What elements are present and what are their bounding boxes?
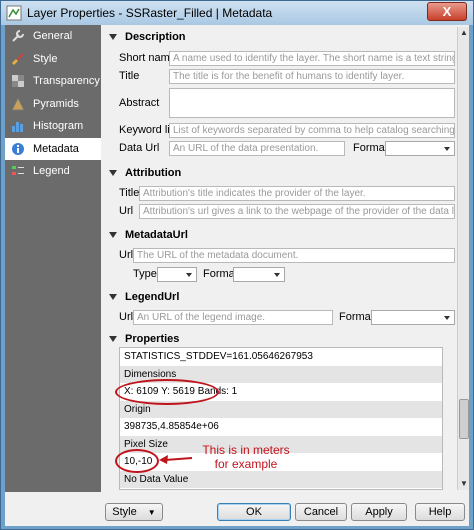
wrench-icon <box>12 30 24 42</box>
section-title: MetadataUrl <box>125 229 188 241</box>
legend-icon <box>12 166 24 176</box>
metadata-url-input[interactable]: The URL of the metadata document. <box>133 248 455 263</box>
description-section-header[interactable]: Description <box>109 31 186 43</box>
sidebar-item-legend[interactable]: Legend <box>5 160 101 183</box>
scrollbar-thumb[interactable] <box>459 399 469 439</box>
qgis-icon <box>6 5 22 21</box>
section-title: LegendUrl <box>125 291 180 303</box>
collapse-arrow-icon <box>109 34 117 40</box>
title-label: Title <box>119 70 140 82</box>
style-button-label: Style <box>112 506 137 518</box>
annotation-arrow-icon <box>159 455 193 464</box>
sidebar-item-general[interactable]: General <box>5 25 101 48</box>
apply-button[interactable]: Apply <box>351 503 407 521</box>
scroll-up-icon[interactable]: ▲ <box>458 27 470 39</box>
properties-section-header[interactable]: Properties <box>109 333 179 345</box>
help-button[interactable]: Help <box>415 503 465 521</box>
attribution-section-header[interactable]: Attribution <box>109 167 181 179</box>
dialog-body: General Style Transparency Pyramids Hist… <box>5 25 469 526</box>
window-title: Layer Properties - SSRaster_Filled | Met… <box>27 6 273 20</box>
sidebar-item-metadata[interactable]: Metadata <box>5 137 101 160</box>
legend-url-input[interactable]: An URL of the legend image. <box>133 310 333 325</box>
data-url-label: Data Url <box>119 142 160 154</box>
info-icon <box>12 142 24 155</box>
transparency-icon <box>12 75 24 88</box>
attribution-title-label: Title <box>119 187 140 199</box>
metadata-url-label: Url <box>119 249 134 261</box>
attribution-url-label: Url <box>119 205 134 217</box>
collapse-arrow-icon <box>109 294 117 300</box>
scroll-down-icon[interactable]: ▼ <box>458 478 470 490</box>
keyword-list-input[interactable]: List of keywords separated by comma to h… <box>169 123 455 138</box>
button-bar: Style ▼ OK Cancel Apply Help <box>5 503 469 525</box>
section-title: Properties <box>125 333 180 345</box>
metadata-panel: Description Short name A name used to id… <box>105 27 455 490</box>
sidebar-item-pyramids[interactable]: Pyramids <box>5 93 101 116</box>
pyramid-icon <box>11 96 25 111</box>
layer-properties-window: Layer Properties - SSRaster_Filled | Met… <box>0 0 474 530</box>
attribution-url-input[interactable]: Attribution's url gives a link to the we… <box>139 204 455 219</box>
close-button[interactable]: X <box>427 2 467 21</box>
sidebar-item-histogram[interactable]: Histogram <box>5 115 101 138</box>
legend-format-label: Format <box>339 311 374 323</box>
data-url-format-label: Format <box>353 142 388 154</box>
section-title: Description <box>125 31 186 43</box>
collapse-arrow-icon <box>109 336 117 342</box>
sidebar-item-style[interactable]: Style <box>5 48 101 71</box>
panel-scrollbar[interactable]: ▲ ▼ <box>457 27 469 490</box>
property-header-row: No Data Value <box>120 470 442 488</box>
sidebar-item-label: Legend <box>33 165 70 178</box>
short-name-label: Short name <box>119 52 176 64</box>
collapse-arrow-icon <box>109 232 117 238</box>
collapse-arrow-icon <box>109 170 117 176</box>
legendurl-section-header[interactable]: LegendUrl <box>109 291 179 303</box>
sidebar-item-label: Transparency <box>33 75 100 88</box>
sidebar-item-label: General <box>33 30 73 43</box>
sidebar-item-label: Histogram <box>33 120 84 133</box>
metadata-type-label: Type <box>133 268 157 280</box>
annotation-text: This is in meters for example <box>202 443 290 471</box>
title-input[interactable]: The title is for the benefit of humans t… <box>169 69 455 84</box>
pixel-size-annotation-ellipse <box>115 449 159 473</box>
brush-icon <box>11 53 24 65</box>
ok-button[interactable]: OK <box>217 503 291 521</box>
title-bar[interactable]: Layer Properties - SSRaster_Filled | Met… <box>1 1 473 25</box>
metadataurl-section-header[interactable]: MetadataUrl <box>109 229 188 241</box>
property-row: STATISTICS_STDDEV=161.05646267953 <box>124 351 313 362</box>
abstract-textarea[interactable] <box>169 88 455 118</box>
property-row: 398735,4.85854e+06 <box>124 421 219 432</box>
sidebar-item-label: Metadata <box>33 142 79 155</box>
section-title: Attribution <box>125 167 182 179</box>
sidebar-item-label: Style <box>33 52 58 65</box>
data-url-input[interactable]: An URL of the data presentation. <box>169 141 345 156</box>
legend-url-label: Url <box>119 311 134 323</box>
sidebar-item-label: Pyramids <box>33 97 79 110</box>
cancel-button[interactable]: Cancel <box>295 503 347 521</box>
dimensions-annotation-ellipse <box>115 379 219 405</box>
data-url-format-select[interactable] <box>385 141 455 156</box>
sidebar: General Style Transparency Pyramids Hist… <box>5 25 101 492</box>
metadata-format-select[interactable] <box>233 267 285 282</box>
short-name-input[interactable]: A name used to identify the layer. The s… <box>169 51 455 66</box>
histogram-icon <box>12 122 23 133</box>
sidebar-item-transparency[interactable]: Transparency <box>5 70 101 93</box>
chevron-down-icon: ▼ <box>147 508 156 517</box>
attribution-title-input[interactable]: Attribution's title indicates the provid… <box>139 186 455 201</box>
legend-format-select[interactable] <box>371 310 455 325</box>
style-button[interactable]: Style ▼ <box>105 503 163 521</box>
abstract-label: Abstract <box>119 97 160 109</box>
metadata-type-select[interactable] <box>157 267 197 282</box>
